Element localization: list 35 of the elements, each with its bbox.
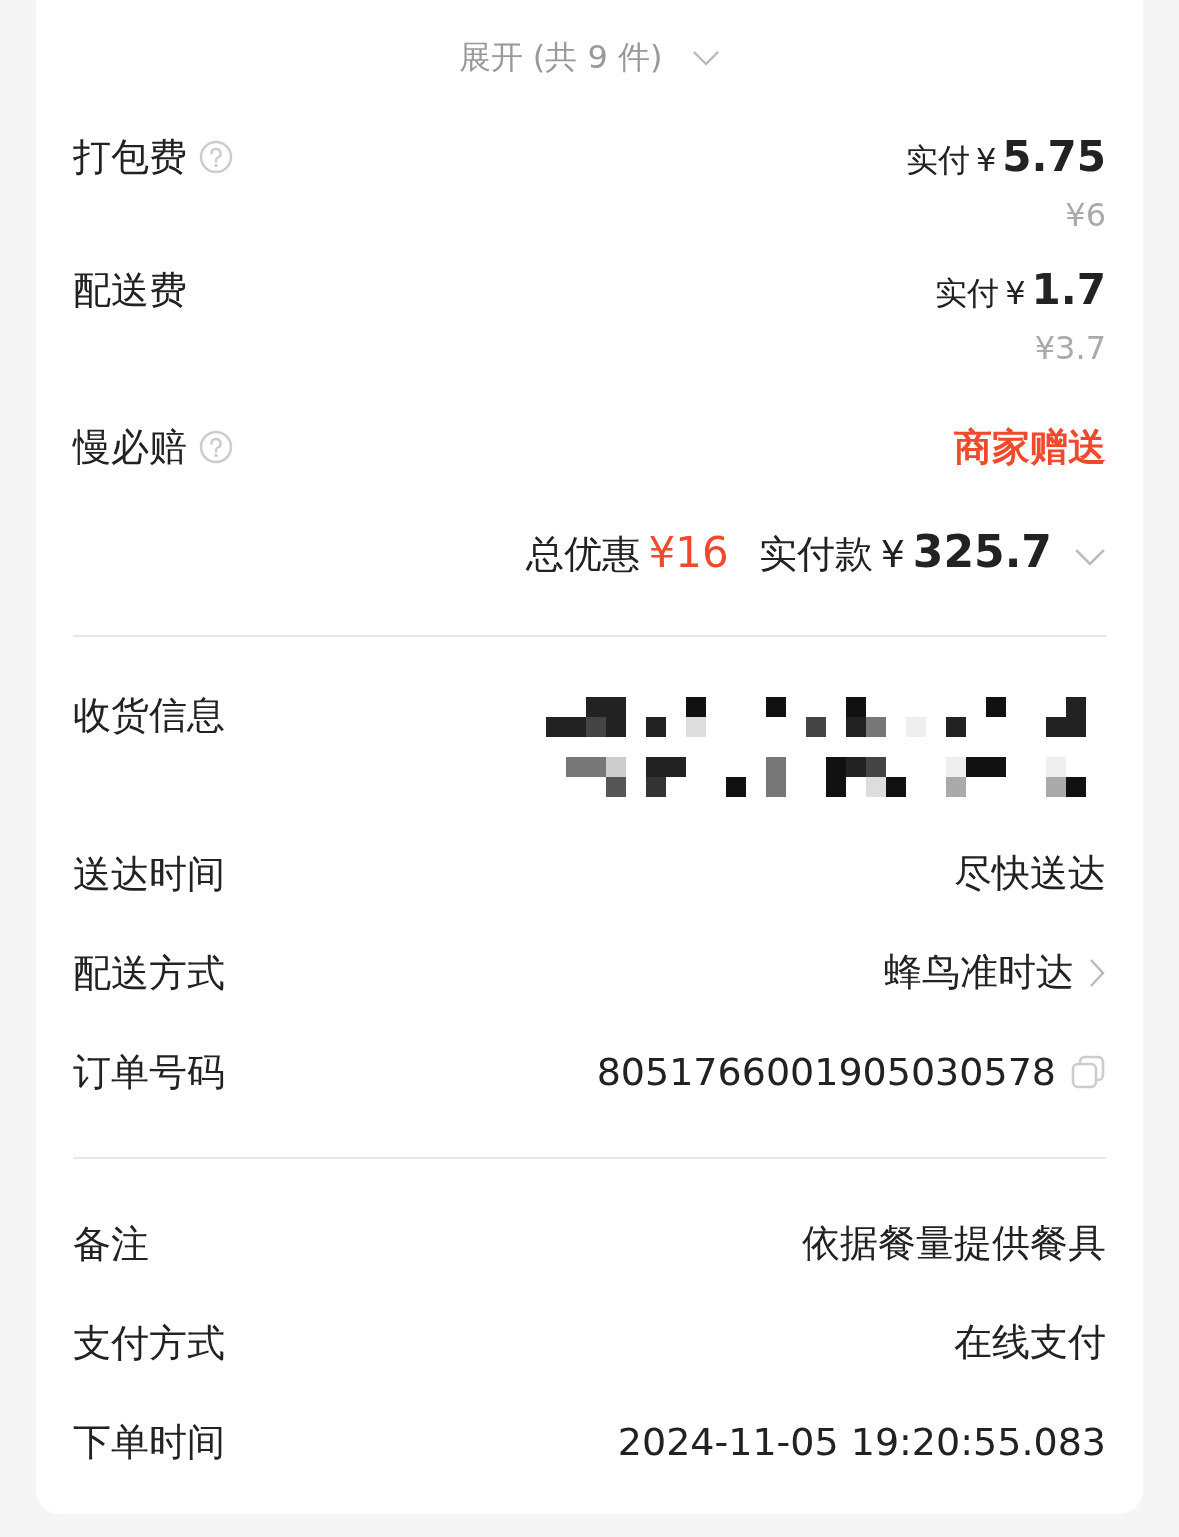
copy-icon[interactable] [1070, 1053, 1106, 1090]
delivery-method-link[interactable]: 蜂鸟准时达 [884, 947, 1074, 998]
fee-label: 配送费 [73, 268, 187, 312]
info-label: 订单号码 [73, 1049, 225, 1094]
info-label: 备注 [73, 1221, 149, 1266]
fee-label: 打包费 [73, 135, 187, 179]
currency-sign: ¥ [976, 140, 997, 181]
info-label: 配送方式 [73, 950, 225, 995]
paid-label: 实付 [906, 140, 970, 181]
help-icon[interactable] [199, 140, 233, 174]
info-value: 依据餐量提供餐具 [802, 1220, 1106, 1267]
info-label: 送达时间 [73, 851, 225, 896]
info-value: 尽快送达 [954, 850, 1106, 897]
fee-label: 慢必赔 [73, 425, 187, 469]
chevron-down-icon[interactable] [692, 49, 721, 67]
paid-amount: 1.7 [1031, 268, 1106, 312]
info-label: 下单时间 [73, 1419, 225, 1464]
info-value: 2024-11-05 19:20:55.083 [617, 1419, 1106, 1464]
paid-label: 实付 [935, 273, 1000, 314]
original-price: ¥6 [1065, 195, 1106, 235]
info-label: 收货信息 [73, 693, 225, 737]
gift-label: 商家赠送 [954, 425, 1106, 469]
total-amount: 325.7 [912, 530, 1052, 574]
help-icon[interactable] [199, 430, 233, 464]
discount-label: 总优惠 [526, 532, 641, 576]
total-label: 实付款 [758, 532, 873, 576]
info-value: 在线支付 [954, 1319, 1106, 1366]
discount-amount: ¥16 [648, 531, 729, 575]
paid-amount: 5.75 [1002, 135, 1106, 179]
original-price: ¥3.7 [1034, 328, 1106, 368]
chevron-down-icon[interactable] [1074, 547, 1106, 567]
currency-sign: ¥ [1005, 273, 1026, 314]
currency-sign: ¥ [880, 532, 905, 576]
order-number: 8051766001905030578 [596, 1049, 1056, 1094]
info-label: 支付方式 [73, 1320, 225, 1365]
